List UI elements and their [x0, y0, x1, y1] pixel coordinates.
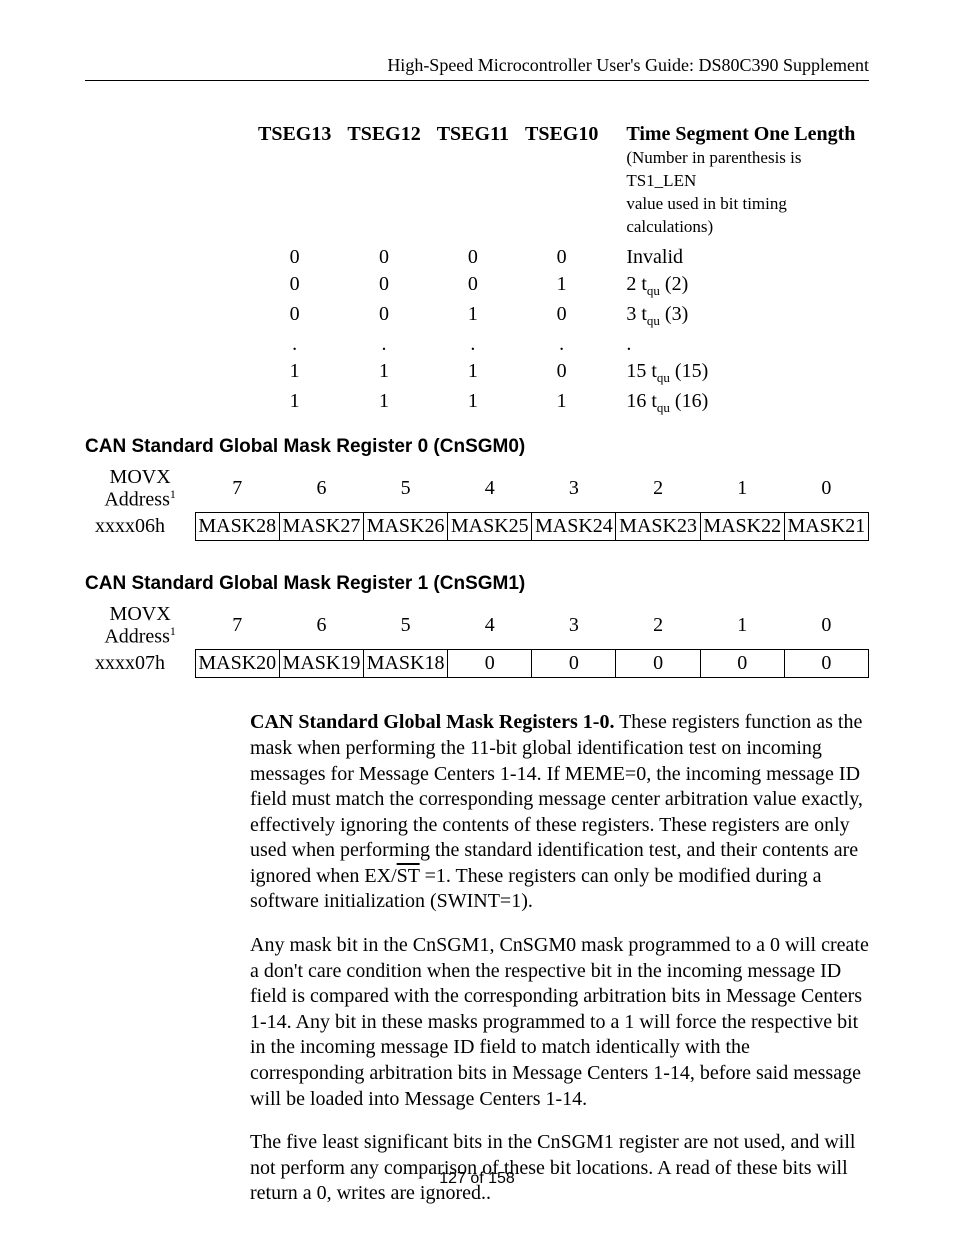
bit-3: 3	[532, 601, 616, 650]
sgm1-cell-5: MASK18	[364, 650, 448, 678]
para-1: CAN Standard Global Mask Registers 1-0. …	[250, 710, 869, 915]
tseg-desc: .	[606, 331, 869, 358]
tseg-desc: 15 tqu (15)	[606, 358, 869, 388]
bit-6: 6	[279, 464, 363, 513]
desc-header: Time Segment One Length	[626, 123, 855, 145]
sgm1-cell-4: 0	[448, 650, 532, 678]
bit-0: 0	[784, 601, 868, 650]
desc-sub2: value used in bit timing calculations)	[626, 194, 787, 236]
tseg-cell: .	[250, 331, 339, 358]
sgm1-table: MOVX Address1 7 6 5 4 3 2 1 0 xxxx07h MA…	[85, 601, 869, 678]
tseg-cell: 0	[517, 358, 606, 388]
col-tseg10: TSEG10	[517, 123, 606, 244]
bit-5: 5	[364, 601, 448, 650]
body-text: CAN Standard Global Mask Registers 1-0. …	[250, 710, 869, 1207]
tseg-cell: 1	[429, 358, 517, 388]
sgm0-cell-2: MASK23	[616, 513, 700, 541]
tseg-cell: 1	[429, 301, 517, 331]
sgm0-address: xxxx06h	[85, 513, 195, 541]
tseg-cell: 1	[517, 388, 606, 418]
sgm0-cell-7: MASK28	[195, 513, 279, 541]
sgm0-movx: MOVX Address1	[85, 464, 195, 513]
bit-0: 0	[784, 464, 868, 513]
sgm1-cell-7: MASK20	[195, 650, 279, 678]
tseg-desc: 2 tqu (2)	[606, 271, 869, 301]
col-tseg12: TSEG12	[339, 123, 428, 244]
sgm0-cell-6: MASK27	[279, 513, 363, 541]
tseg-cell: 0	[517, 244, 606, 271]
bit-3: 3	[532, 464, 616, 513]
running-header: High-Speed Microcontroller User's Guide:…	[85, 55, 869, 81]
sgm0-cell-3: MASK24	[532, 513, 616, 541]
bit-1: 1	[700, 464, 784, 513]
tseg-cell: 1	[517, 271, 606, 301]
tseg-cell: 1	[250, 358, 339, 388]
sgm0-cell-5: MASK26	[364, 513, 448, 541]
bit-1: 1	[700, 601, 784, 650]
sgm1-cell-6: MASK19	[279, 650, 363, 678]
bit-6: 6	[279, 601, 363, 650]
bit-5: 5	[364, 464, 448, 513]
bit-7: 7	[195, 601, 279, 650]
sgm1-cell-1: 0	[700, 650, 784, 678]
tseg-cell: 0	[517, 301, 606, 331]
tseg-cell: .	[339, 331, 428, 358]
tseg-cell: 0	[339, 301, 428, 331]
desc-sub1: (Number in parenthesis is TS1_LEN	[626, 148, 801, 190]
sgm0-cell-4: MASK25	[448, 513, 532, 541]
para-3: The five least significant bits in the C…	[250, 1130, 869, 1207]
para-2: Any mask bit in the CnSGM1, CnSGM0 mask …	[250, 933, 869, 1112]
col-tseg13: TSEG13	[250, 123, 339, 244]
tseg-cell: .	[517, 331, 606, 358]
sgm1-movx: MOVX Address1	[85, 601, 195, 650]
tseg-cell: .	[429, 331, 517, 358]
tseg-cell: 0	[339, 271, 428, 301]
tseg-cell: 0	[250, 244, 339, 271]
sgm1-address: xxxx07h	[85, 650, 195, 678]
tseg-cell: 0	[250, 301, 339, 331]
sgm0-table: MOVX Address1 7 6 5 4 3 2 1 0 xxxx06h MA…	[85, 464, 869, 541]
sgm0-title: CAN Standard Global Mask Register 0 (CnS…	[85, 436, 869, 458]
bit-4: 4	[448, 464, 532, 513]
tseg-cell: 0	[339, 244, 428, 271]
sgm1-cell-0: 0	[784, 650, 868, 678]
sgm0-cell-1: MASK22	[700, 513, 784, 541]
sgm1-cell-2: 0	[616, 650, 700, 678]
tseg-cell: 1	[339, 388, 428, 418]
bit-4: 4	[448, 601, 532, 650]
tseg-cell: 0	[250, 271, 339, 301]
tseg-desc: 3 tqu (3)	[606, 301, 869, 331]
sgm1-cell-3: 0	[532, 650, 616, 678]
sgm0-cell-0: MASK21	[784, 513, 868, 541]
bit-7: 7	[195, 464, 279, 513]
tseg-cell: 1	[250, 388, 339, 418]
tseg-cell: 1	[429, 388, 517, 418]
col-tseg11: TSEG11	[429, 123, 517, 244]
sgm1-title: CAN Standard Global Mask Register 1 (CnS…	[85, 573, 869, 595]
bit-2: 2	[616, 464, 700, 513]
page-footer: 127 of 158	[0, 1170, 954, 1188]
col-desc: Time Segment One Length (Number in paren…	[606, 123, 869, 244]
tseg-desc: 16 tqu (16)	[606, 388, 869, 418]
tseg-cell: 0	[429, 271, 517, 301]
tseg-desc: Invalid	[606, 244, 869, 271]
bit-2: 2	[616, 601, 700, 650]
tseg-cell: 1	[339, 358, 428, 388]
tseg-cell: 0	[429, 244, 517, 271]
tseg-table: TSEG13 TSEG12 TSEG11 TSEG10 Time Segment…	[250, 123, 869, 418]
